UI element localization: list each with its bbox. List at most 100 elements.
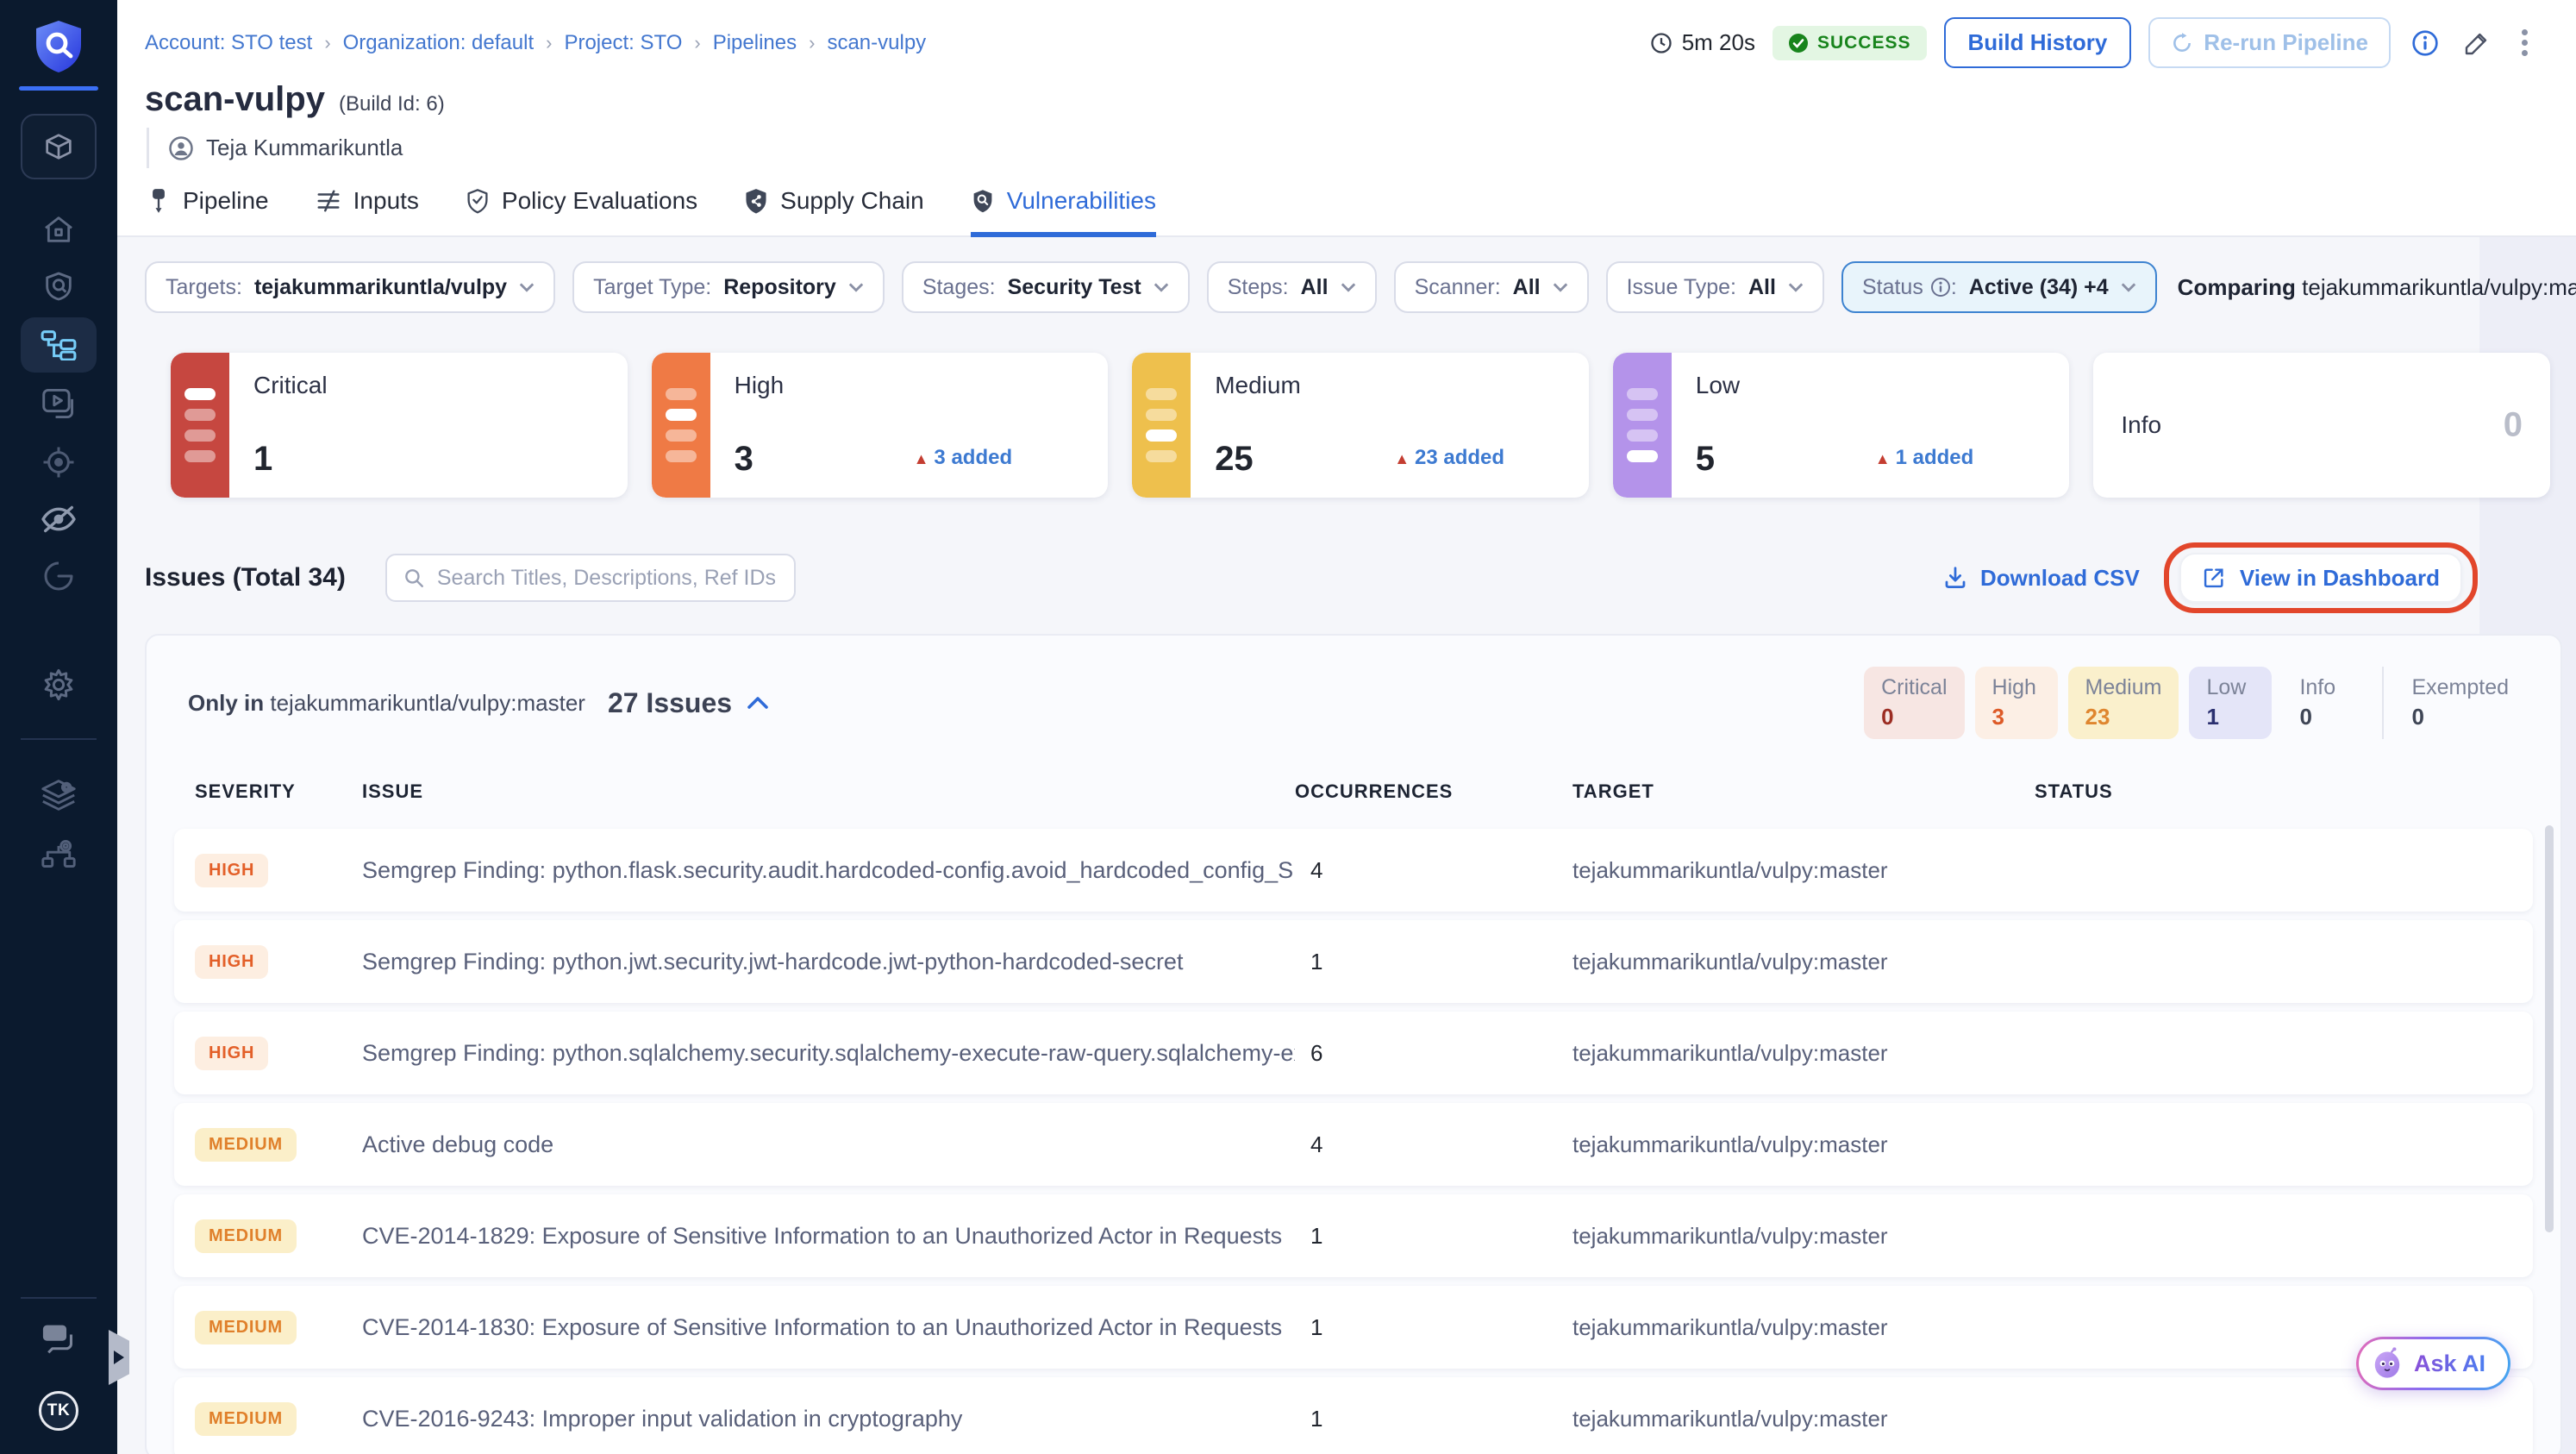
filter-target-type[interactable]: Target Type: Repository [572, 261, 885, 313]
severity-badge: HIGH [195, 853, 269, 887]
target-value: tejakummarikuntla/vulpy:master [1572, 1131, 1888, 1157]
user-avatar[interactable]: TK [39, 1391, 78, 1431]
filter-stages[interactable]: Stages: Security Test [901, 261, 1190, 313]
filter-issue-type[interactable]: Issue Type: All [1605, 261, 1824, 313]
targets-icon[interactable] [41, 444, 77, 480]
help-chat-icon[interactable]: ? [40, 1322, 78, 1355]
medium-card[interactable]: Medium 25 ▲ 23 added [1132, 353, 1589, 498]
issue-row[interactable]: MEDIUM Active debug code 4 tejakummariku… [174, 1103, 2533, 1186]
info-card[interactable]: Info 0 [2093, 353, 2550, 498]
card-label: Info [2121, 411, 2162, 438]
baselines-icon[interactable] [41, 559, 76, 593]
chip-low[interactable]: Low 1 [2189, 667, 2273, 739]
issues-count-toggle[interactable]: 27 Issues [608, 687, 768, 719]
breadcrumb-organization[interactable]: Organization: default [343, 31, 534, 55]
download-icon [1945, 567, 1966, 588]
severity-chip-row: Critical 0 High 3 Medium 23 Low 1 Info 0 Exem… [1864, 667, 2526, 739]
tab-policy-evaluations[interactable]: Policy Evaluations [466, 187, 697, 237]
only-in-label: Only in tejakummarikuntla/vulpy:master [188, 689, 585, 716]
executions-icon[interactable] [41, 387, 77, 420]
occurrences-value: 1 [1310, 1405, 1323, 1432]
target-value: tejakummarikuntla/vulpy:master [1572, 856, 1888, 883]
filter-scanner[interactable]: Scanner: All [1393, 261, 1589, 313]
check-circle-icon [1788, 33, 1808, 53]
card-count: 1 [253, 440, 273, 478]
settings-gear-icon[interactable] [41, 667, 77, 703]
chevron-down-icon [848, 283, 864, 292]
refresh-icon [2173, 32, 2191, 52]
chip-exempted[interactable]: Exempted 0 [2382, 667, 2526, 739]
rerun-pipeline-button[interactable]: Re-run Pipeline [2148, 17, 2391, 68]
chip-critical[interactable]: Critical 0 [1864, 667, 1965, 739]
breadcrumb-pipelines[interactable]: Pipelines [713, 31, 797, 55]
edit-pencil-icon[interactable] [2460, 26, 2494, 60]
breadcrumb-account[interactable]: Account: STO test [145, 31, 312, 55]
issue-row[interactable]: MEDIUM CVE-2016-9243: Improper input val… [174, 1377, 2533, 1454]
home-icon[interactable] [41, 212, 77, 247]
sto-logo-icon [33, 19, 84, 74]
chip-high[interactable]: High 3 [1974, 667, 2058, 739]
col-issue: ISSUE [362, 780, 424, 802]
info-icon [1930, 278, 1950, 297]
issue-title: Semgrep Finding: python.jwt.security.jwt… [362, 948, 1184, 975]
added-delta: ▲ 23 added [1394, 446, 1505, 469]
issue-title: Active debug code [362, 1131, 554, 1157]
card-label: Critical [253, 372, 328, 398]
critical-card[interactable]: Critical 1 [171, 353, 628, 498]
exemptions-eye-off-icon[interactable] [40, 504, 78, 535]
issue-title: CVE-2014-1830: Exposure of Sensitive Inf… [362, 1313, 1283, 1340]
build-history-button[interactable]: Build History [1943, 17, 2132, 68]
app-window: ? TK Account: STO test › Organization: d… [0, 0, 2576, 1454]
page-header: Account: STO test › Organization: defaul… [117, 0, 2576, 237]
breadcrumb-project[interactable]: Project: STO [564, 31, 682, 55]
severity-badge: MEDIUM [195, 1401, 297, 1436]
tab-supply-chain[interactable]: Supply Chain [744, 187, 924, 237]
tab-pipeline[interactable]: Pipeline [147, 187, 269, 237]
module-selector-icon[interactable] [21, 114, 97, 179]
high-card[interactable]: High 3 ▲ 3 added [651, 353, 1109, 498]
table-scrollbar[interactable] [2545, 825, 2554, 1232]
left-nav-sidebar: ? TK [0, 0, 117, 1454]
ask-ai-button[interactable]: Ask AI [2355, 1337, 2510, 1390]
issue-row[interactable]: HIGH Semgrep Finding: python.sqlalchemy.… [174, 1012, 2533, 1094]
issue-row[interactable]: HIGH Semgrep Finding: python.flask.secur… [174, 829, 2533, 912]
up-triangle-icon: ▲ [1394, 450, 1410, 467]
issue-row[interactable]: HIGH Semgrep Finding: python.jwt.securit… [174, 920, 2533, 1003]
occurrences-value: 1 [1310, 1222, 1323, 1249]
search-input[interactable] [436, 565, 778, 591]
tab-inputs[interactable]: Inputs [316, 187, 419, 237]
breadcrumb-current[interactable]: scan-vulpy [827, 31, 926, 55]
chip-info[interactable]: Info 0 [2282, 667, 2365, 739]
external-link-icon [2204, 568, 2223, 588]
shield-search-icon [973, 190, 992, 213]
issue-title: Semgrep Finding: python.flask.security.a… [362, 856, 1295, 883]
pipelines-nav-item[interactable] [21, 317, 97, 373]
clock-icon [1651, 32, 1672, 53]
low-card[interactable]: Low 5 ▲ 1 added [1612, 353, 2070, 498]
filter-status[interactable]: Status : Active (34) +4 [1841, 261, 2157, 313]
high-gauge-icon [651, 353, 710, 498]
comparing-label: Comparing tejakummarikuntla/vulpy:master… [2177, 273, 2576, 300]
tab-vulnerabilities[interactable]: Vulnerabilities [970, 187, 1156, 237]
issue-row[interactable]: MEDIUM CVE-2014-1830: Exposure of Sensit… [174, 1286, 2533, 1369]
info-icon[interactable] [2408, 26, 2442, 60]
severity-badge: HIGH [195, 944, 269, 979]
low-gauge-icon [1612, 353, 1672, 498]
filter-targets[interactable]: Targets: tejakummarikuntla/vulpy [145, 261, 556, 313]
organization-settings-icon[interactable] [40, 837, 78, 871]
target-value: tejakummarikuntla/vulpy:master [1572, 1313, 1888, 1340]
filter-steps[interactable]: Steps: All [1206, 261, 1377, 313]
build-duration: 5m 20s [1649, 29, 1755, 56]
severity-badge: MEDIUM [195, 1127, 297, 1162]
issue-row[interactable]: MEDIUM CVE-2014-1829: Exposure of Sensit… [174, 1194, 2533, 1277]
issues-total-title: Issues (Total 34) [145, 563, 346, 592]
added-delta: ▲ 1 added [1874, 446, 1974, 469]
more-options-kebab-icon[interactable] [2511, 26, 2538, 60]
view-in-dashboard-button[interactable]: View in Dashboard [2179, 553, 2462, 603]
default-settings-icon[interactable] [40, 778, 78, 812]
card-count: 25 [1215, 440, 1254, 478]
overview-shield-icon[interactable] [41, 269, 76, 304]
download-csv-button[interactable]: Download CSV [1942, 565, 2140, 592]
ai-robot-icon [2374, 1347, 2400, 1378]
chip-medium[interactable]: Medium 23 [2067, 667, 2179, 739]
